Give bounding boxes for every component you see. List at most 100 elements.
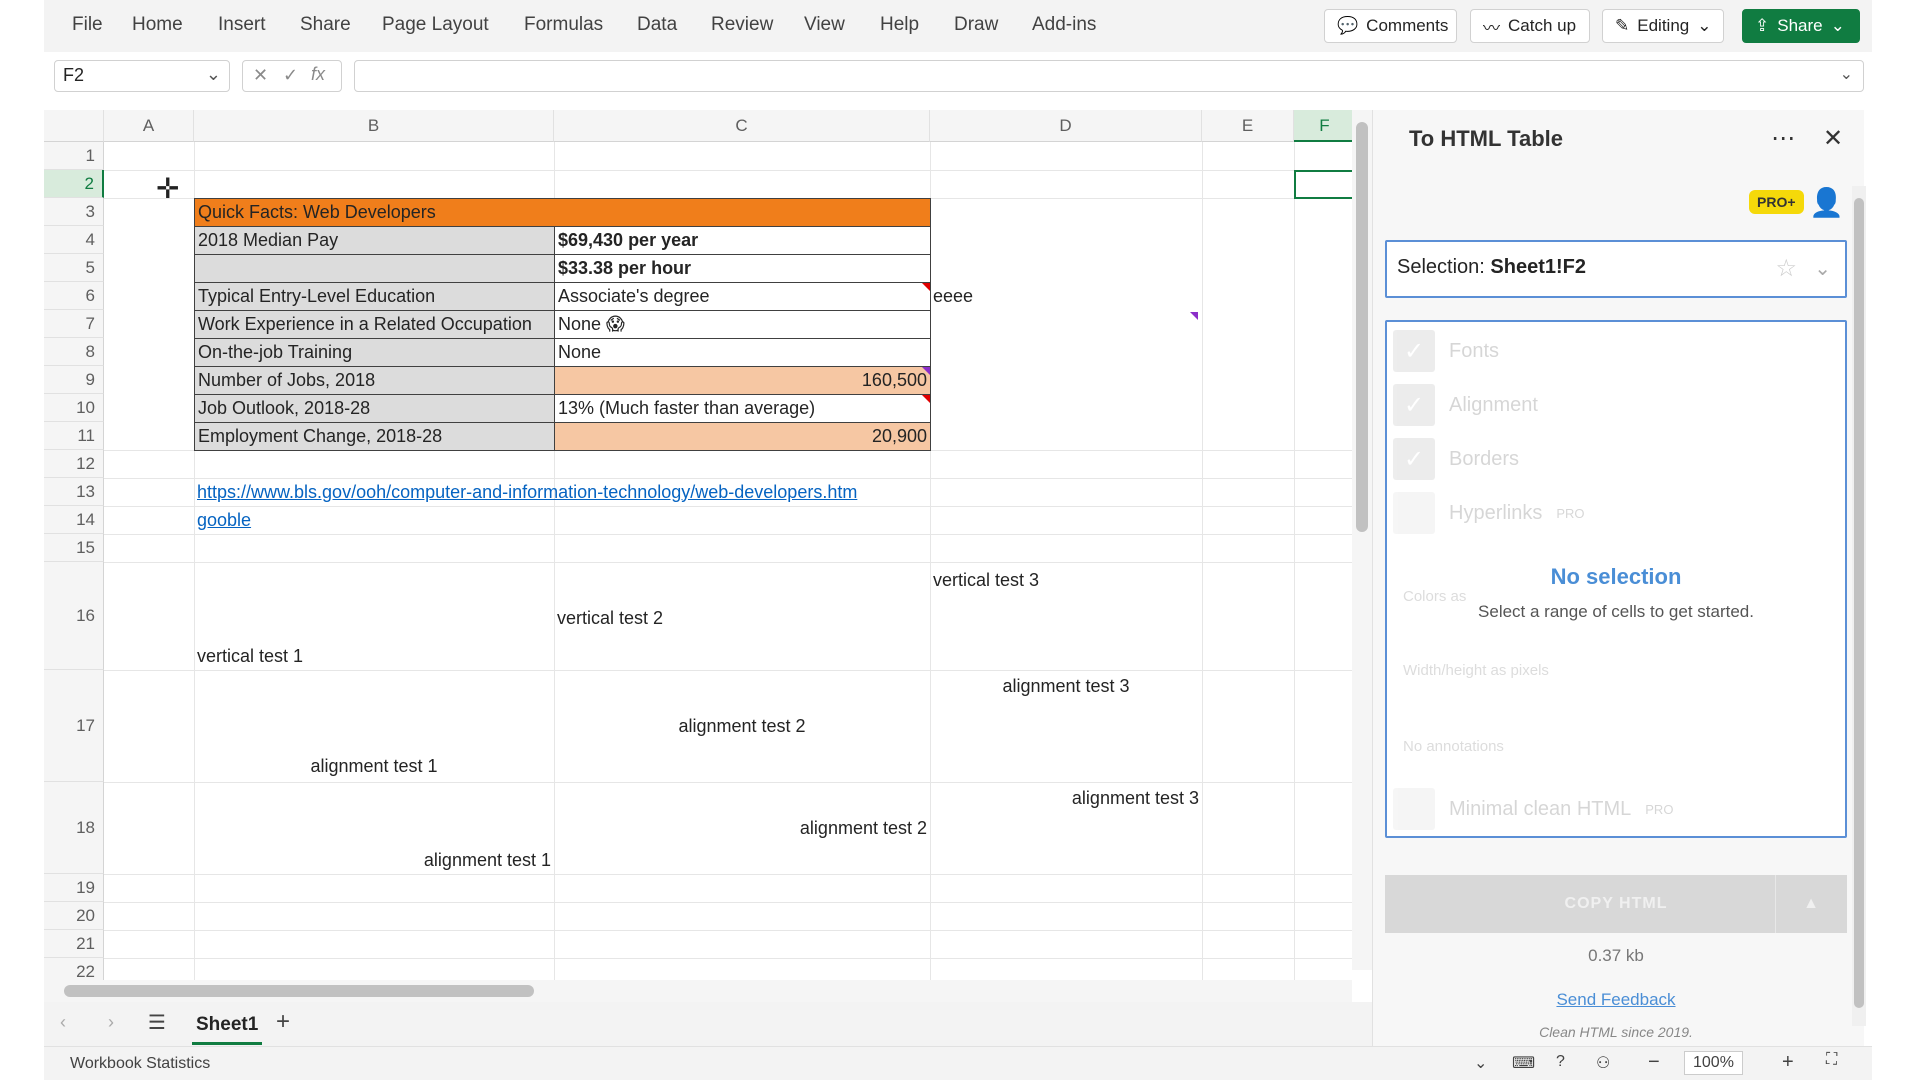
chevron-down-icon[interactable]: ⌄ xyxy=(1474,1053,1487,1073)
menu-formulas[interactable]: Formulas xyxy=(524,14,603,36)
table-value-cell[interactable]: $69,430 per year xyxy=(554,226,931,255)
more-options-icon[interactable]: ⋯ xyxy=(1771,124,1795,153)
menu-home[interactable]: Home xyxy=(132,14,183,36)
table-value-cell[interactable]: 13% (Much faster than average) xyxy=(554,394,931,423)
table-label-cell[interactable]: Work Experience in a Related Occupation xyxy=(194,310,555,339)
cell-d18[interactable]: alignment test 3 xyxy=(930,784,1202,812)
star-icon[interactable]: ☆ xyxy=(1775,254,1797,283)
column-header-e[interactable]: E xyxy=(1202,110,1294,142)
column-header-f[interactable]: F xyxy=(1294,110,1356,142)
cell-b18[interactable]: alignment test 1 xyxy=(194,846,554,874)
size-setting[interactable]: Width/height as pixels xyxy=(1403,662,1549,679)
accessibility-icon[interactable]: ⚇ xyxy=(1596,1053,1610,1073)
vertical-scrollbar[interactable] xyxy=(1352,110,1372,970)
row-header[interactable]: 17 xyxy=(44,670,104,782)
share-button[interactable]: ⇪ Share ⌄ xyxy=(1742,9,1860,43)
row-header[interactable]: 13 xyxy=(44,478,104,506)
name-box[interactable]: F2 ⌄ xyxy=(54,60,230,92)
hyperlink-cell[interactable]: https://www.bls.gov/ooh/computer-and-inf… xyxy=(194,478,934,506)
cell-b17[interactable]: alignment test 1 xyxy=(194,752,554,780)
add-sheet-icon[interactable]: + xyxy=(276,1008,290,1036)
table-value-cell[interactable]: 20,900 xyxy=(554,422,931,451)
user-icon[interactable]: 👤 xyxy=(1809,186,1844,219)
column-header-c[interactable]: C xyxy=(554,110,930,142)
chevron-down-icon[interactable]: ⌄ xyxy=(1814,256,1831,281)
row-header[interactable]: 12 xyxy=(44,450,104,478)
menu-view[interactable]: View xyxy=(804,14,845,36)
cell-d16[interactable]: vertical test 3 xyxy=(930,566,1042,594)
workbook-statistics[interactable]: Workbook Statistics xyxy=(70,1055,210,1073)
table-value-cell[interactable]: None xyxy=(554,338,931,367)
comment-indicator[interactable] xyxy=(922,395,930,403)
sheet-tab-sheet1[interactable]: Sheet1 xyxy=(192,1008,263,1045)
note-indicator[interactable] xyxy=(922,367,930,375)
row-header[interactable]: 18 xyxy=(44,782,104,874)
table-label-cell[interactable]: Typical Entry-Level Education xyxy=(194,282,555,311)
option-hyperlinks[interactable]: Hyperlinks PRO xyxy=(1393,492,1585,534)
selection-field[interactable]: Selection: Sheet1!F2 ☆ ⌄ xyxy=(1385,240,1847,298)
active-cell-f2[interactable] xyxy=(1294,170,1356,199)
row-header[interactable]: 4 xyxy=(44,226,104,254)
menu-file[interactable]: File xyxy=(72,14,103,36)
option-fonts[interactable]: ✓ Fonts xyxy=(1393,330,1499,372)
scroll-thumb[interactable] xyxy=(64,985,534,997)
zoom-level[interactable]: 100% xyxy=(1684,1051,1743,1075)
function-icon[interactable]: fx xyxy=(311,64,325,85)
expand-formula-icon[interactable]: ⌄ xyxy=(1840,64,1853,84)
table-value-cell[interactable]: $33.38 per hour xyxy=(554,254,931,283)
row-header[interactable]: 1 xyxy=(44,142,104,170)
all-sheets-menu-icon[interactable]: ☰ xyxy=(148,1010,166,1035)
row-header[interactable]: 21 xyxy=(44,930,104,958)
table-value-cell[interactable]: None 😱 xyxy=(554,310,931,339)
option-borders[interactable]: ✓ Borders xyxy=(1393,438,1519,480)
menu-page-layout[interactable]: Page Layout xyxy=(382,14,489,36)
row-header[interactable]: 2 xyxy=(44,170,104,198)
option-alignment[interactable]: ✓ Alignment xyxy=(1393,384,1538,426)
row-header[interactable]: 6 xyxy=(44,282,104,310)
catch-up-button[interactable]: 〰 Catch up xyxy=(1470,9,1590,43)
row-header[interactable]: 9 xyxy=(44,366,104,394)
menu-insert[interactable]: Insert xyxy=(218,14,266,36)
editing-mode-button[interactable]: ✎ Editing ⌄ xyxy=(1602,9,1724,43)
row-header[interactable]: 20 xyxy=(44,902,104,930)
table-label-cell[interactable]: Number of Jobs, 2018 xyxy=(194,366,555,395)
menu-add-ins[interactable]: Add-ins xyxy=(1032,14,1096,36)
comments-button[interactable]: 💬 Comments xyxy=(1324,9,1457,43)
prev-sheet-icon[interactable]: ‹ xyxy=(60,1012,66,1033)
cell-c18[interactable]: alignment test 2 xyxy=(554,814,930,842)
row-header[interactable]: 16 xyxy=(44,562,104,670)
help-icon[interactable]: ? xyxy=(1556,1053,1565,1071)
confirm-icon[interactable]: ✓ xyxy=(283,65,298,86)
row-header[interactable]: 7 xyxy=(44,310,104,338)
table-label-cell[interactable]: 2018 Median Pay xyxy=(194,226,555,255)
row-header[interactable]: 19 xyxy=(44,874,104,902)
row-header[interactable]: 5 xyxy=(44,254,104,282)
cell-b16[interactable]: vertical test 1 xyxy=(194,642,306,670)
scroll-thumb[interactable] xyxy=(1854,198,1864,1008)
menu-draw[interactable]: Draw xyxy=(954,14,998,36)
send-feedback-link[interactable]: Send Feedback xyxy=(1373,990,1859,1010)
colors-setting[interactable]: Colors as xyxy=(1403,588,1466,605)
table-label-cell[interactable] xyxy=(194,254,555,283)
row-header[interactable]: 15 xyxy=(44,534,104,562)
table-label-cell[interactable]: On-the-job Training xyxy=(194,338,555,367)
column-header-b[interactable]: B xyxy=(194,110,554,142)
comment-indicator[interactable] xyxy=(922,283,930,291)
formula-input[interactable]: ⌄ xyxy=(354,60,1864,92)
copy-html-button[interactable]: COPY HTML ▲ xyxy=(1385,875,1847,933)
cell-c16[interactable]: vertical test 2 xyxy=(554,604,666,632)
row-header[interactable]: 3 xyxy=(44,198,104,226)
row-header[interactable]: 8 xyxy=(44,338,104,366)
row-header[interactable]: 14 xyxy=(44,506,104,534)
table-label-cell[interactable]: Job Outlook, 2018-28 xyxy=(194,394,555,423)
annotations-setting[interactable]: No annotations xyxy=(1403,738,1504,755)
fullscreen-icon[interactable]: ⛶ xyxy=(1826,1051,1837,1069)
note-indicator[interactable] xyxy=(1190,312,1198,320)
cell-d17[interactable]: alignment test 3 xyxy=(930,672,1202,700)
row-header[interactable]: 11 xyxy=(44,422,104,450)
select-all-corner[interactable] xyxy=(44,110,104,142)
column-header-a[interactable]: A xyxy=(104,110,194,142)
menu-review[interactable]: Review xyxy=(711,14,773,36)
panel-scrollbar[interactable] xyxy=(1852,186,1866,1026)
menu-data[interactable]: Data xyxy=(637,14,677,36)
